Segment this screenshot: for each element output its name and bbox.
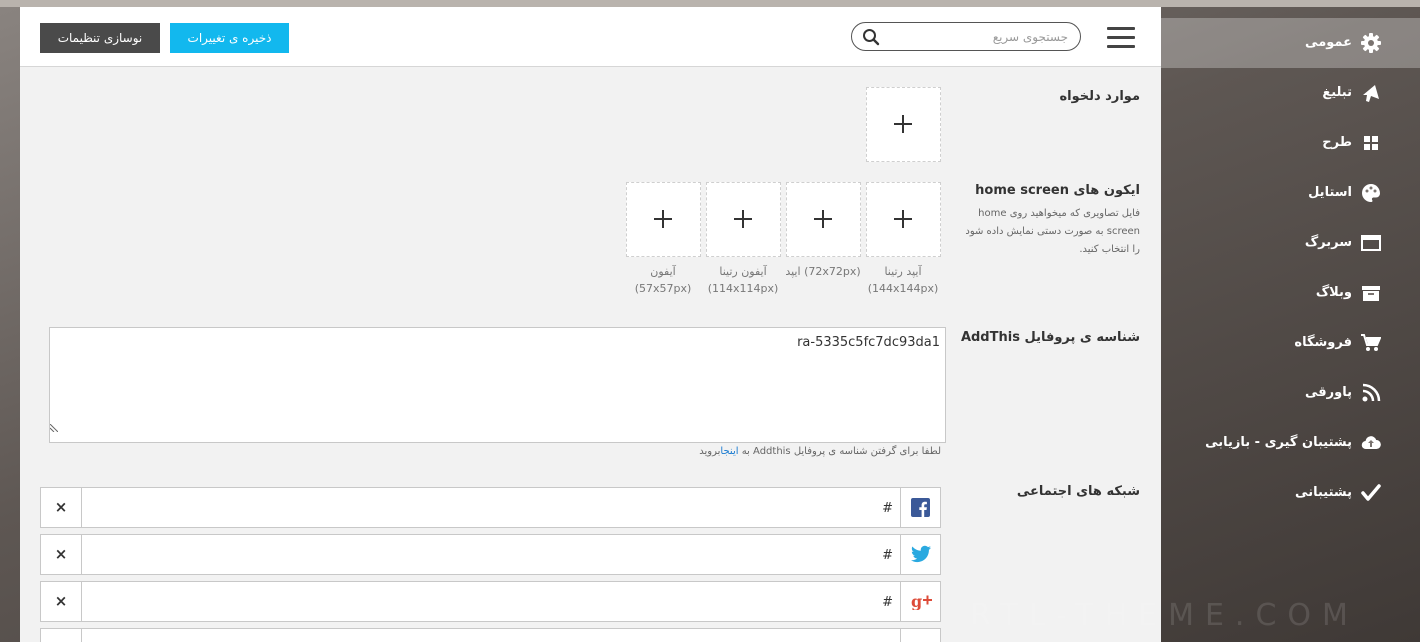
sidebar-item-blog[interactable]: وبلاگ <box>1161 268 1420 318</box>
hamburger-menu-icon[interactable] <box>1107 27 1135 49</box>
favorites-label: موارد دلخواه <box>1059 89 1140 104</box>
sidebar-item-footer[interactable]: پاورقی <box>1161 368 1420 418</box>
homescreen-description: فایل تصاویری که میخواهید روی home screen… <box>965 208 1140 255</box>
plus-icon <box>894 115 912 133</box>
watermark: RTL-THEME.COM <box>970 598 1359 633</box>
close-icon: × <box>54 545 68 563</box>
svg-text:g: g <box>911 592 922 610</box>
close-icon: × <box>54 592 68 610</box>
social-label: شبکه های اجتماعی <box>1016 484 1140 499</box>
close-icon: × <box>54 498 68 516</box>
twitter-url-input[interactable] <box>83 539 895 571</box>
upload-box-ipad-retina[interactable] <box>866 182 941 257</box>
remove-button[interactable]: × <box>41 582 82 621</box>
sidebar-item-general[interactable]: عمومی <box>1161 18 1420 68</box>
addthis-id-field[interactable]: ra-5335c5fc7dc93da1 <box>49 327 946 443</box>
palette-icon <box>1362 184 1380 202</box>
sidebar-item-shop[interactable]: فروشگاه <box>1161 318 1420 368</box>
sidebar-item-label: طرح <box>1322 135 1352 150</box>
search-input[interactable] <box>886 26 1070 48</box>
sidebar-item-label: استایل <box>1308 185 1352 200</box>
reset-settings-button[interactable]: نوسازی تنظیمات <box>40 23 160 53</box>
google-plus-url-input[interactable] <box>83 586 895 618</box>
window-icon <box>1361 235 1381 251</box>
upload-box-iphone-retina[interactable] <box>706 182 781 257</box>
remove-button[interactable]: × <box>41 535 82 574</box>
sidebar-item-style[interactable]: استایل <box>1161 168 1420 218</box>
sidebar-item-support[interactable]: پشتیبانی <box>1161 468 1420 518</box>
plus-icon <box>734 210 752 228</box>
rss-icon <box>1362 383 1381 402</box>
upload-box-iphone[interactable] <box>626 182 701 257</box>
search-icon[interactable] <box>862 28 880 46</box>
slot-caption: آیپد رتینا (144x144px) <box>867 265 939 295</box>
google-plus-icon: g <box>900 582 941 621</box>
plus-icon <box>894 210 912 228</box>
upload-box-ipad[interactable] <box>786 182 861 257</box>
sidebar-item-label: فروشگاه <box>1294 335 1352 350</box>
save-changes-button[interactable]: ذخیره ی تغییرات <box>170 23 289 53</box>
plus-icon <box>654 210 672 228</box>
sidebar-item-header[interactable]: سربرگ <box>1161 218 1420 268</box>
addthis-hint: لطفا برای گرفتن شناسه ی پروفایل Addthis … <box>699 446 941 457</box>
archive-icon <box>1362 286 1380 301</box>
facebook-icon <box>900 488 941 527</box>
window-top-edge <box>0 0 1420 7</box>
facebook-url-input[interactable] <box>83 492 895 524</box>
sidebar-item-backup[interactable]: پشتیبان گیری - بازیابی <box>1161 418 1420 468</box>
cloud-upload-icon <box>1361 436 1381 450</box>
plus-icon <box>814 210 832 228</box>
social-row-facebook: × <box>40 487 941 528</box>
twitter-icon <box>900 535 941 574</box>
grid-icon <box>1364 136 1378 150</box>
megaphone-icon <box>1363 85 1379 102</box>
sidebar-item-layout[interactable]: طرح <box>1161 118 1420 168</box>
sidebar-item-label: پشتیبان گیری - بازیابی <box>1205 435 1352 450</box>
network-icon <box>900 629 941 642</box>
social-row-twitter: × <box>40 534 941 575</box>
homescreen-label: ایکون های home screen <box>975 183 1140 198</box>
sidebar-item-label: سربرگ <box>1304 235 1352 250</box>
favicon-upload-box[interactable] <box>866 87 941 162</box>
sidebar: عمومی تبلیغ طرح استایل سربرگ وبلاگ فروشگ… <box>1161 7 1420 642</box>
remove-button[interactable] <box>41 629 82 642</box>
sidebar-item-label: پشتیبانی <box>1295 485 1352 500</box>
remove-button[interactable]: × <box>41 488 82 527</box>
sidebar-item-label: تبلیغ <box>1322 85 1352 100</box>
gear-icon <box>1361 33 1381 53</box>
slot-caption: آیفون رتینا (114x114px) <box>707 265 779 295</box>
sidebar-item-label: عمومی <box>1305 35 1352 50</box>
sidebar-item-ads[interactable]: تبلیغ <box>1161 68 1420 118</box>
addthis-label: شناسه ی پروفایل AddThis <box>960 330 1140 345</box>
slot-caption: آیفون (57x57px) <box>634 265 692 295</box>
social-row-partial <box>40 628 941 642</box>
check-icon <box>1361 484 1381 501</box>
search-box <box>851 22 1081 51</box>
main-panel: نوسازی تنظیمات ذخیره ی تغییرات موارد دلخ… <box>20 7 1161 642</box>
resize-grip-icon[interactable] <box>50 424 58 432</box>
sidebar-item-label: وبلاگ <box>1315 285 1352 300</box>
cart-icon <box>1361 334 1381 351</box>
addthis-link[interactable]: اینجا <box>720 446 738 457</box>
sidebar-item-label: پاورقی <box>1305 385 1352 400</box>
slot-caption: ایپد (72x72px) <box>785 265 861 278</box>
top-toolbar: نوسازی تنظیمات ذخیره ی تغییرات <box>20 7 1161 67</box>
social-row-google-plus: × g <box>40 581 941 622</box>
